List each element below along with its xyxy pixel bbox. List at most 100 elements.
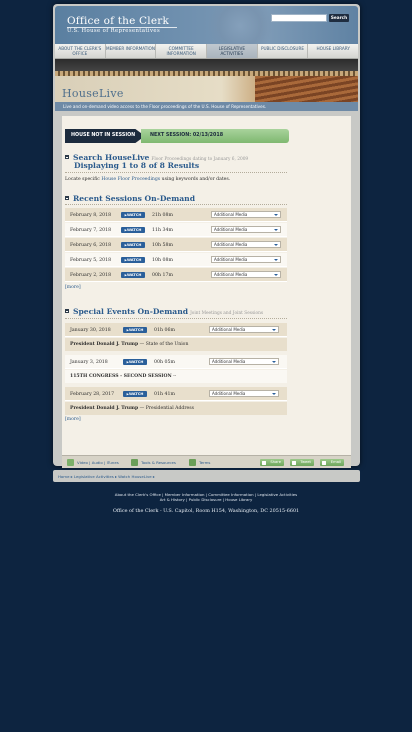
footer-links-row2[interactable]: Art & History | Public Disclosure | Hous… — [0, 497, 412, 502]
event-date: January 3, 2018 — [70, 359, 108, 365]
session-date: February 2, 2018 — [70, 272, 112, 278]
additional-media-select[interactable]: Additional Media — [211, 256, 281, 263]
session-row: February 7, 2018 WATCH 11h 34m Additiona… — [65, 223, 287, 237]
terms-link[interactable]: Terms — [199, 460, 210, 465]
house-floor-proceedings-link[interactable]: House Floor Proceedings — [101, 177, 160, 182]
additional-media-select[interactable]: Additional Media — [211, 211, 281, 218]
terms-icon — [189, 459, 196, 466]
event-date: February 28, 2017 — [70, 391, 115, 397]
additional-media-select[interactable]: Additional Media — [211, 241, 281, 248]
page-description: Live and on-demand video access to the F… — [55, 102, 358, 111]
chevron-down-icon — [274, 229, 278, 231]
session-row: February 2, 2018 WATCH 00h 17m Additiona… — [65, 268, 287, 282]
event-duration: 01h 41m — [154, 391, 175, 397]
collapse-icon[interactable] — [65, 196, 69, 200]
next-session: NEXT SESSION: 02/13/2018 — [141, 129, 289, 143]
chevron-down-icon — [272, 361, 276, 363]
watch-button[interactable]: WATCH — [123, 359, 147, 365]
chevron-down-icon — [272, 329, 276, 331]
watch-button[interactable]: WATCH — [121, 227, 145, 233]
divider — [65, 172, 287, 173]
chevron-down-icon — [274, 214, 278, 216]
nav-item-legislative-activities[interactable]: Legislative Activities — [207, 44, 258, 58]
event-duration: 00h 05m — [154, 359, 175, 365]
media-links: Video | Audio | iTunes — [77, 460, 119, 465]
divider — [65, 204, 287, 205]
media-icon — [67, 459, 74, 466]
watch-button[interactable]: WATCH — [121, 212, 145, 218]
event-date: January 30, 2018 — [70, 327, 111, 333]
breadcrumb-links[interactable]: Home ▸ Legislative Activities ▸ Watch Ho… — [58, 474, 155, 479]
recent-sessions-heading[interactable]: Recent Sessions On-Demand — [65, 194, 195, 203]
session-date: February 6, 2018 — [70, 242, 112, 248]
nav-item-public-disclosure[interactable]: Public Disclosure — [258, 44, 309, 58]
tweet-button[interactable]: Tweet — [290, 459, 314, 466]
site-title[interactable]: Office of the Clerk — [67, 15, 169, 27]
divider — [65, 318, 287, 319]
watch-button[interactable]: WATCH — [121, 272, 145, 278]
search-input[interactable] — [271, 14, 327, 22]
additional-media-select[interactable]: Additional Media — [211, 271, 281, 278]
houselive-banner: HouseLive — [55, 59, 358, 102]
page-container: Office of the Clerk U.S. House of Repres… — [53, 4, 360, 468]
nav-item-house-library[interactable]: House Library — [308, 44, 358, 58]
session-duration: 11h 34m — [152, 227, 173, 233]
collapse-icon[interactable] — [65, 155, 69, 159]
session-date: February 8, 2018 — [70, 212, 112, 218]
itunes-link[interactable]: iTunes — [107, 460, 119, 465]
session-duration: 21h 08m — [152, 212, 173, 218]
recent-more-link[interactable]: [more] — [65, 285, 81, 290]
event-description: 115TH CONGRESS - SECOND SESSION -- — [65, 370, 287, 383]
session-status: HOUSE NOT IN SESSION — [65, 129, 145, 143]
session-row: February 6, 2018 WATCH 10h 58m Additiona… — [65, 238, 287, 252]
office-address: Office of the Clerk - U.S. Capitol, Room… — [112, 508, 300, 514]
house-chamber-image — [255, 76, 358, 102]
breadcrumb: Home ▸ Legislative Activities ▸ Watch Ho… — [53, 470, 360, 482]
additional-media-select[interactable]: Additional Media — [209, 390, 279, 397]
additional-media-select[interactable]: Additional Media — [209, 326, 279, 333]
session-date: February 5, 2018 — [70, 257, 112, 263]
search-button[interactable]: Search — [329, 14, 349, 22]
watch-button[interactable]: WATCH — [121, 242, 145, 248]
additional-media-select[interactable]: Additional Media — [209, 358, 279, 365]
chevron-down-icon — [274, 244, 278, 246]
site-subtitle: U.S. House of Representatives — [67, 28, 161, 34]
special-events-heading[interactable]: Special Events On-Demand Joint Meetings a… — [65, 307, 263, 316]
chevron-down-icon — [272, 393, 276, 395]
banner-top-strip — [55, 59, 358, 71]
session-row: February 8, 2018 WATCH 21h 08m Additiona… — [65, 208, 287, 222]
event-row: January 3, 2018 WATCH 00h 05m Additional… — [65, 355, 287, 369]
nav-item-about[interactable]: About the Clerk's Office — [55, 44, 106, 58]
special-more-link[interactable]: [more] — [65, 417, 81, 422]
site-header: Office of the Clerk U.S. House of Repres… — [55, 6, 358, 44]
session-row: February 5, 2018 WATCH 10h 08m Additiona… — [65, 253, 287, 267]
tools-link[interactable]: Tools & Resources — [141, 460, 176, 465]
main-nav: About the Clerk's Office Member Informat… — [55, 44, 358, 59]
nav-item-member-information[interactable]: Member Information — [106, 44, 157, 58]
collapse-icon[interactable] — [65, 309, 69, 313]
share-button[interactable]: Share — [260, 459, 284, 466]
chevron-down-icon — [274, 274, 278, 276]
event-row: January 30, 2018 WATCH 01h 06m Additiona… — [65, 323, 287, 337]
watch-button[interactable]: WATCH — [123, 327, 147, 333]
main-content: HOUSE NOT IN SESSION NEXT SESSION: 02/13… — [62, 116, 351, 456]
event-description: President Donald J. Trump — State of the… — [65, 338, 287, 351]
additional-media-select[interactable]: Additional Media — [211, 226, 281, 233]
event-row: February 28, 2017 WATCH 01h 41m Addition… — [65, 387, 287, 401]
session-duration: 10h 58m — [152, 242, 173, 248]
nav-item-committee-information[interactable]: Committee Information — [156, 44, 208, 58]
watch-button[interactable]: WATCH — [123, 391, 147, 397]
locate-text: Locate specific House Floor Proceedings … — [65, 177, 231, 182]
footer-toolbar: Video | Audio | iTunes Tools & Resources… — [62, 455, 351, 468]
session-duration: 00h 17m — [152, 272, 173, 278]
audio-link[interactable]: Audio — [92, 460, 103, 465]
video-link[interactable]: Video — [77, 460, 88, 465]
event-duration: 01h 06m — [154, 327, 175, 333]
results-count: Displaying 1 to 8 of 8 Results — [74, 161, 200, 170]
session-duration: 10h 08m — [152, 257, 173, 263]
chevron-down-icon — [274, 259, 278, 261]
house-seal-icon — [205, 6, 275, 44]
page-title: HouseLive — [62, 87, 124, 100]
email-button[interactable]: Email — [320, 459, 344, 466]
watch-button[interactable]: WATCH — [121, 257, 145, 263]
